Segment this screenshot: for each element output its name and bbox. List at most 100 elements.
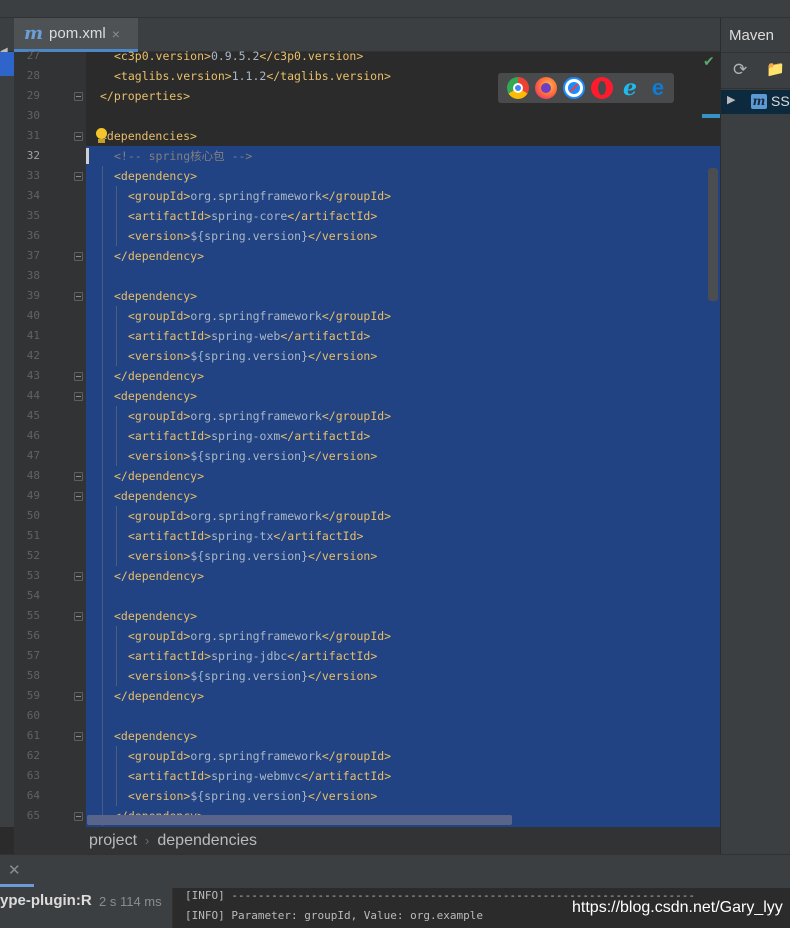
firefox-icon[interactable]	[535, 77, 557, 99]
code-line: 63 <artifactId>spring-webmvc</artifactId>	[0, 766, 790, 786]
code-text: </dependency>	[114, 689, 205, 703]
inspection-ok-icon[interactable]: ✔	[703, 54, 715, 70]
fold-marker-icon[interactable]	[74, 292, 83, 301]
run-duration: 2 s 114 ms	[99, 894, 162, 909]
code-text: <groupId>org.springframework</groupId>	[128, 629, 392, 643]
code-line: 55 <dependency>	[0, 606, 790, 626]
code-line: 54	[0, 586, 790, 606]
watermark-text: https://blog.csdn.net/Gary_lyy	[572, 899, 783, 916]
line-number: 31	[26, 129, 40, 142]
code-line: 59 </dependency>	[0, 686, 790, 706]
code-line: 36 <version>${spring.version}</version>	[0, 226, 790, 246]
line-number: 39	[26, 289, 40, 302]
code-line: 37 </dependency>	[0, 246, 790, 266]
fold-marker-icon[interactable]	[74, 732, 83, 741]
code-text: <version>${spring.version}</version>	[128, 229, 378, 243]
safari-icon[interactable]	[563, 77, 585, 99]
fold-marker-icon[interactable]	[74, 172, 83, 181]
fold-marker-icon[interactable]	[74, 392, 83, 401]
maven-project-row[interactable]: ▶ m SS	[721, 90, 790, 114]
line-number: 30	[26, 109, 40, 122]
fold-marker-icon[interactable]	[74, 372, 83, 381]
code-text: <dependency>	[114, 489, 198, 503]
maven-panel-accent	[702, 114, 720, 118]
code-text: <groupId>org.springframework</groupId>	[128, 409, 392, 423]
line-number: 58	[26, 669, 40, 682]
fold-marker-icon[interactable]	[74, 612, 83, 621]
run-tab-indicator	[0, 884, 34, 887]
breadcrumb-item-dependencies[interactable]: dependencies	[157, 832, 257, 850]
line-number: 40	[26, 309, 40, 322]
line-number: 56	[26, 629, 40, 642]
close-run-icon[interactable]: ✕	[8, 861, 21, 879]
vertical-scrollbar[interactable]	[708, 168, 718, 301]
code-line: 48 </dependency>	[0, 466, 790, 486]
code-line: 44 <dependency>	[0, 386, 790, 406]
reload-icon[interactable]: ⟳	[733, 60, 747, 80]
fold-marker-icon[interactable]	[74, 252, 83, 261]
code-line: 57 <artifactId>spring-jdbc</artifactId>	[0, 646, 790, 666]
line-number: 32	[26, 149, 40, 162]
line-number: 64	[26, 789, 40, 802]
fold-marker-icon[interactable]	[74, 472, 83, 481]
maven-file-icon: m	[24, 23, 44, 44]
run-config-name[interactable]: ype-plugin:R	[0, 892, 92, 909]
chrome-icon[interactable]	[507, 77, 529, 99]
fold-marker-icon[interactable]	[74, 492, 83, 501]
code-line: 27 <c3p0.version>0.9.5.2</c3p0.version>	[0, 46, 790, 66]
line-number: 47	[26, 449, 40, 462]
code-text: <groupId>org.springframework</groupId>	[128, 509, 392, 523]
code-line: 32 <!-- spring核心包 -->	[0, 146, 790, 166]
line-number: 65	[26, 809, 40, 822]
code-text: <groupId>org.springframework</groupId>	[128, 309, 392, 323]
code-line: 58 <version>${spring.version}</version>	[0, 666, 790, 686]
line-number: 34	[26, 189, 40, 202]
line-number: 36	[26, 229, 40, 242]
code-line: 50 <groupId>org.springframework</groupId>	[0, 506, 790, 526]
code-text: <groupId>org.springframework</groupId>	[128, 189, 392, 203]
fold-marker-icon[interactable]	[74, 572, 83, 581]
line-number: 43	[26, 369, 40, 382]
internet-explorer-icon[interactable]: e	[619, 75, 641, 101]
fold-marker-icon[interactable]	[74, 812, 83, 821]
code-line: 51 <artifactId>spring-tx</artifactId>	[0, 526, 790, 546]
code-text: <dependencies>	[100, 129, 197, 143]
code-line: 35 <artifactId>spring-core</artifactId>	[0, 206, 790, 226]
breadcrumb-item-project[interactable]: project	[89, 832, 137, 850]
code-line: 34 <groupId>org.springframework</groupId>	[0, 186, 790, 206]
chevron-right-icon: ›	[145, 833, 150, 848]
code-text: <dependency>	[114, 389, 198, 403]
code-text: <version>${spring.version}</version>	[128, 549, 378, 563]
fold-marker-icon[interactable]	[74, 132, 83, 141]
intention-bulb-icon[interactable]	[95, 128, 107, 144]
line-number: 53	[26, 569, 40, 582]
opera-icon[interactable]	[591, 77, 613, 99]
fold-marker-icon[interactable]	[74, 692, 83, 701]
close-tab-icon[interactable]: ×	[112, 26, 120, 42]
code-line: 47 <version>${spring.version}</version>	[0, 446, 790, 466]
code-text: <c3p0.version>0.9.5.2</c3p0.version>	[114, 49, 364, 63]
line-number: 41	[26, 329, 40, 342]
code-line: 62 <groupId>org.springframework</groupId>	[0, 746, 790, 766]
line-number: 59	[26, 689, 40, 702]
tab-label: pom.xml	[49, 25, 106, 42]
line-number: 37	[26, 249, 40, 262]
line-number: 55	[26, 609, 40, 622]
maven-project-icon: m	[751, 94, 767, 109]
line-number: 62	[26, 749, 40, 762]
fold-marker-icon[interactable]	[74, 92, 83, 101]
code-text: <dependency>	[114, 609, 198, 623]
code-text: <dependency>	[114, 729, 198, 743]
line-number: 46	[26, 429, 40, 442]
code-line: 33 <dependency>	[0, 166, 790, 186]
line-number: 38	[26, 269, 40, 282]
code-line: 61 <dependency>	[0, 726, 790, 746]
edge-icon[interactable]: e	[647, 75, 669, 100]
horizontal-scrollbar[interactable]	[87, 815, 512, 825]
title-bar	[0, 0, 790, 18]
line-number: 33	[26, 169, 40, 182]
expand-arrow-icon[interactable]: ▶	[727, 93, 735, 106]
code-text: <taglibs.version>1.1.2</taglibs.version>	[114, 69, 391, 83]
code-line: 43 </dependency>	[0, 366, 790, 386]
add-project-folder-icon[interactable]: 📁	[766, 60, 785, 78]
